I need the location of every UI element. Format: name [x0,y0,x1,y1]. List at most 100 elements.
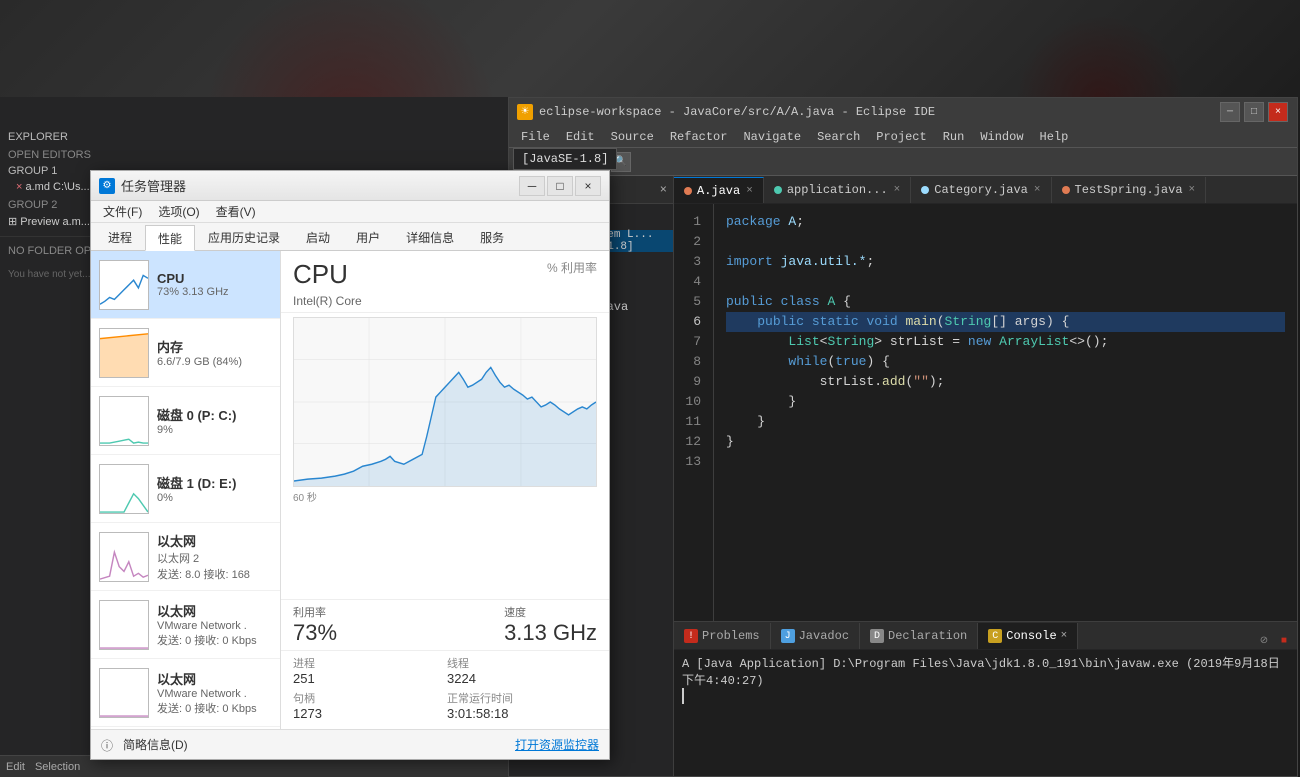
tab-testspring[interactable]: TestSpring.java × [1052,177,1207,203]
disk1-sidebar-name: 磁盘 1 (D: E:) [157,473,272,492]
menu-file[interactable]: File [513,126,558,148]
line-4 [726,272,1285,292]
menu-navigate[interactable]: Navigate [735,126,809,148]
sidebar-item-net1[interactable]: 以太网 以太网 2 发送: 8.0 接收: 168 [91,523,280,591]
tab-javadoc[interactable]: J Javadoc [771,623,860,649]
tm-footer-left: ⓘ 简略信息(D) [101,736,188,753]
line-10: } [726,392,1285,412]
menu-search[interactable]: Search [809,126,868,148]
tm-close-btn[interactable]: × [575,176,601,196]
console-close[interactable]: × [1061,630,1068,642]
tab-category[interactable]: Category.java × [911,177,1051,203]
tm-tab-process[interactable]: 进程 [95,224,145,250]
tm-tab-details[interactable]: 详细信息 [393,224,467,250]
tm-menu-file[interactable]: 文件(F) [95,201,150,223]
test-tab-dot [1062,186,1070,194]
console-terminate[interactable]: ■ [1276,633,1292,649]
ajava-tab-dot [684,187,692,195]
tm-tab-users[interactable]: 用户 [343,224,393,250]
cat-tab-dot [921,186,929,194]
cpu-header: CPU Intel(R) Core % 利用率 [281,251,609,313]
line-8: while(true) { [726,352,1285,372]
task-manager: ⚙ 任务管理器 ─ □ × 文件(F) 选项(O) 查看(V) 进程 性能 应用… [90,170,610,760]
sidebar-item-disk0[interactable]: 磁盘 0 (P: C:) 9% [91,387,280,455]
stat-utilrate-label: 利用率 [293,604,337,620]
minimize-btn[interactable]: ─ [1220,102,1240,122]
net2-sidebar-detail: VMware Network . [157,620,272,632]
code-editor[interactable]: 1 2 3 4 5 6 7 8 9 10 11 12 13 package A; [674,204,1297,621]
bottom-panel: ! Problems J Javadoc D Declaration C Con… [674,621,1297,776]
cpu-chart [293,317,597,487]
tm-title: 任务管理器 [121,176,519,195]
problems-icon: ! [684,629,698,643]
menu-edit[interactable]: Edit [558,126,603,148]
tm-tab-performance[interactable]: 性能 [145,225,195,251]
tab-declaration[interactable]: D Declaration [860,623,978,649]
tab-ajava[interactable]: A.java × [674,177,764,203]
menu-help[interactable]: Help [1032,126,1077,148]
package-explorer-close[interactable]: × [660,183,667,197]
line-6: public static void main(String[] args) { [726,312,1285,332]
javadoc-icon: J [781,629,795,643]
sidebar-item-net3[interactable]: 以太网 VMware Network . 发送: 0 接收: 0 Kbps [91,659,280,727]
tm-minimize-btn[interactable]: ─ [519,176,545,196]
chart-time-label: 60 秒 [293,489,597,504]
line-7: List<String> strList = new ArrayList<>()… [726,332,1285,352]
net3-sidebar-name: 以太网 [157,669,272,688]
tm-maximize-btn[interactable]: □ [547,176,573,196]
memory-sidebar-name: 内存 [157,337,272,356]
tab-ajava-label: A.java [697,184,740,198]
tab-app-close[interactable]: × [894,184,901,196]
app-tab-dot [774,186,782,194]
memory-sidebar-detail: 6.6/7.9 GB (84%) [157,356,272,368]
tm-tabs: 进程 性能 应用历史记录 启动 用户 详细信息 服务 [91,223,609,251]
tm-menu-view[interactable]: 查看(V) [208,201,264,223]
cpu-sidebar-text: CPU 73% 3.13 GHz [157,271,272,298]
tm-tab-apphistory[interactable]: 应用历史记录 [195,224,293,250]
memory-mini-graph [99,328,149,378]
sidebar-item-cpu[interactable]: CPU 73% 3.13 GHz [91,251,280,319]
line-1: package A; [726,212,1285,232]
footer-monitor-link[interactable]: 打开资源监控器 [515,738,599,752]
net3-sidebar-text: 以太网 VMware Network . 发送: 0 接收: 0 Kbps [157,669,272,716]
console-clear[interactable]: ⊘ [1256,633,1272,649]
code-content[interactable]: package A; import java.util.*; public cl… [714,204,1297,621]
tab-application[interactable]: application... × [764,177,911,203]
editor-area: A.java × application... × Category.java … [674,176,1297,776]
tm-tab-services[interactable]: 服务 [467,224,517,250]
cpu-sidebar-detail: 73% 3.13 GHz [157,286,272,298]
menu-window[interactable]: Window [972,126,1031,148]
detail-thread-label: 线程 [447,655,597,671]
tm-menu-options[interactable]: 选项(O) [150,201,207,223]
tab-ajava-close[interactable]: × [746,185,753,197]
vscode-explorer-title: EXPLORER [0,127,508,147]
net1-sidebar-text: 以太网 以太网 2 发送: 8.0 接收: 168 [157,531,272,582]
eclipse-title: eclipse-workspace - JavaCore/src/A/A.jav… [539,105,935,119]
footer-info-text[interactable]: 简略信息(D) [123,736,188,753]
tab-test-close[interactable]: × [1189,184,1196,196]
detail-uptime-label: 正常运行时间 [447,690,597,706]
bottom-tabs: ! Problems J Javadoc D Declaration C Con… [674,622,1297,650]
close-btn[interactable]: × [1268,102,1288,122]
tab-console[interactable]: C Console × [978,623,1078,649]
menu-project[interactable]: Project [868,126,934,148]
menu-refactor[interactable]: Refactor [662,126,736,148]
maximize-btn[interactable]: □ [1244,102,1264,122]
console-icon: C [988,629,1002,643]
tab-cat-close[interactable]: × [1034,184,1041,196]
tm-sidebar: CPU 73% 3.13 GHz 内存 6.6/7.9 GB (84%) [91,251,281,729]
footer-info-icon: ⓘ [101,737,117,753]
menu-run[interactable]: Run [935,126,973,148]
sidebar-item-disk1[interactable]: 磁盘 1 (D: E:) 0% [91,455,280,523]
disk1-sidebar-detail: 0% [157,492,272,504]
console-label: Console [1006,629,1056,643]
tm-tab-startup[interactable]: 启动 [293,224,343,250]
sidebar-item-net2[interactable]: 以太网 VMware Network . 发送: 0 接收: 0 Kbps [91,591,280,659]
menu-source[interactable]: Source [603,126,662,148]
tab-problems[interactable]: ! Problems [674,623,771,649]
tm-footer-right: 打开资源监控器 [515,736,599,754]
sidebar-item-memory[interactable]: 内存 6.6/7.9 GB (84%) [91,319,280,387]
net3-sidebar-subdetail: 发送: 0 接收: 0 Kbps [157,700,272,716]
eclipse-toolbar: 📄 💾 ▶ ⑅ 🔍 [509,148,1297,176]
problems-label: Problems [702,629,760,643]
